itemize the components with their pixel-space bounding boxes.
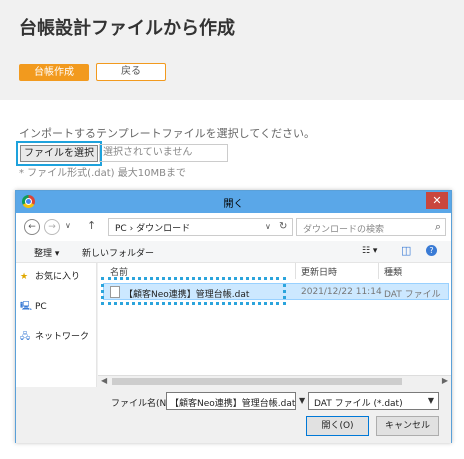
column-divider[interactable] <box>295 263 296 279</box>
path-separator: › <box>129 224 134 234</box>
computer-icon: 🖳 <box>20 302 33 312</box>
file-modified: 2021/12/22 11:14 <box>301 287 382 297</box>
recent-dropdown-icon[interactable]: ∨ <box>65 221 71 230</box>
back-arrow-icon[interactable]: ← <box>24 219 40 235</box>
nav-item-label: お気に入り <box>35 272 81 282</box>
import-instruction: インポートするテンプレートファイルを選択してください。 <box>19 127 316 140</box>
page-title: 台帳設計ファイルから作成 <box>19 18 235 39</box>
search-icon[interactable]: ⌕ <box>435 220 441 234</box>
network-icon: 🖧 <box>20 332 31 342</box>
dialog-title: 開く <box>223 199 244 210</box>
view-options-icon[interactable]: ☷ ▾ <box>362 246 377 256</box>
file-list-pane: 名前 更新日時 種類 【顧客Neo連携】管理台帳.dat 2021/12/22 … <box>98 263 451 387</box>
column-divider[interactable] <box>378 263 379 279</box>
organize-menu[interactable]: 整理 ▾ <box>34 246 59 259</box>
filename-label: ファイル名(N): <box>111 399 173 409</box>
scrollbar-thumb[interactable] <box>112 378 402 385</box>
create-ledger-button[interactable]: 台帳作成 <box>19 64 89 81</box>
command-bar: 整理 ▾ 新しいフォルダー ☷ ▾ ◫ ? <box>16 241 451 263</box>
nav-item-favorites[interactable]: ★ お気に入り <box>20 269 80 282</box>
star-icon: ★ <box>20 272 29 282</box>
path-pc[interactable]: PC <box>115 224 127 234</box>
file-type: DAT ファイル <box>384 290 441 300</box>
file-highlight-frame <box>101 277 286 305</box>
address-path: PC › ダウンロード <box>115 221 190 234</box>
close-button[interactable]: ✕ <box>426 192 448 209</box>
address-bar[interactable]: PC › ダウンロード ∨ ↻ <box>108 218 293 236</box>
navigation-pane: ★ お気に入り 🖳 PC 🖧 ネットワーク <box>16 263 97 387</box>
file-status: 選択されていません <box>99 144 228 162</box>
open-button[interactable]: 開く(O) <box>306 416 369 436</box>
new-folder-button[interactable]: 新しいフォルダー <box>82 246 154 259</box>
column-header-type[interactable]: 種類 <box>384 265 402 278</box>
filetype-dropdown-icon: ▼ <box>427 396 434 405</box>
dialog-bottom-bar: ファイル名(N): 【顧客Neo連携】管理台帳.dat ▼ DAT ファイル (… <box>16 387 451 443</box>
file-select-button[interactable]: ファイルを選択 <box>20 145 98 162</box>
horizontal-scrollbar[interactable]: ◀ ▶ <box>98 375 451 387</box>
help-icon[interactable]: ? <box>426 245 437 256</box>
filename-dropdown-icon[interactable]: ▼ <box>299 396 305 405</box>
up-arrow-icon[interactable]: ↑ <box>87 219 96 232</box>
nav-item-pc[interactable]: 🖳 PC <box>20 299 47 315</box>
search-placeholder: ダウンロードの検索 <box>303 225 385 235</box>
nav-item-label: PC <box>35 302 47 312</box>
column-header-modified[interactable]: 更新日時 <box>301 265 337 278</box>
file-format-note: * ファイル形式(.dat) 最大10MBまで <box>19 168 186 179</box>
dialog-titlebar: 開く ✕ <box>16 191 451 213</box>
preview-pane-icon[interactable]: ◫ <box>401 244 411 257</box>
scroll-left-icon[interactable]: ◀ <box>101 376 107 385</box>
page-header: 台帳設計ファイルから作成 台帳作成 戻る <box>0 0 464 100</box>
path-downloads[interactable]: ダウンロード <box>136 224 190 234</box>
filetype-select[interactable]: DAT ファイル (*.dat) ▼ <box>308 392 439 410</box>
dialog-navbar: ← → ∨ ↑ PC › ダウンロード ∨ ↻ ダウンロードの検索 ⌕ <box>16 213 451 241</box>
filename-input[interactable]: 【顧客Neo連携】管理台帳.dat <box>166 392 296 410</box>
filetype-value: DAT ファイル (*.dat) <box>314 399 403 409</box>
search-input[interactable]: ダウンロードの検索 ⌕ <box>296 218 446 236</box>
forward-arrow-icon[interactable]: → <box>44 219 60 235</box>
nav-item-network[interactable]: 🖧 ネットワーク <box>20 329 89 345</box>
refresh-icon[interactable]: ↻ <box>279 221 287 232</box>
cancel-button[interactable]: キャンセル <box>376 416 439 436</box>
scroll-right-icon[interactable]: ▶ <box>442 376 448 385</box>
open-file-dialog: 開く ✕ ← → ∨ ↑ PC › ダウンロード ∨ ↻ ダウンロードの検索 ⌕… <box>15 190 452 443</box>
filename-value: 【顧客Neo連携】管理台帳.dat <box>170 399 296 409</box>
path-dropdown-icon[interactable]: ∨ <box>265 222 271 231</box>
nav-item-label: ネットワーク <box>35 332 90 342</box>
back-button[interactable]: 戻る <box>96 63 166 81</box>
